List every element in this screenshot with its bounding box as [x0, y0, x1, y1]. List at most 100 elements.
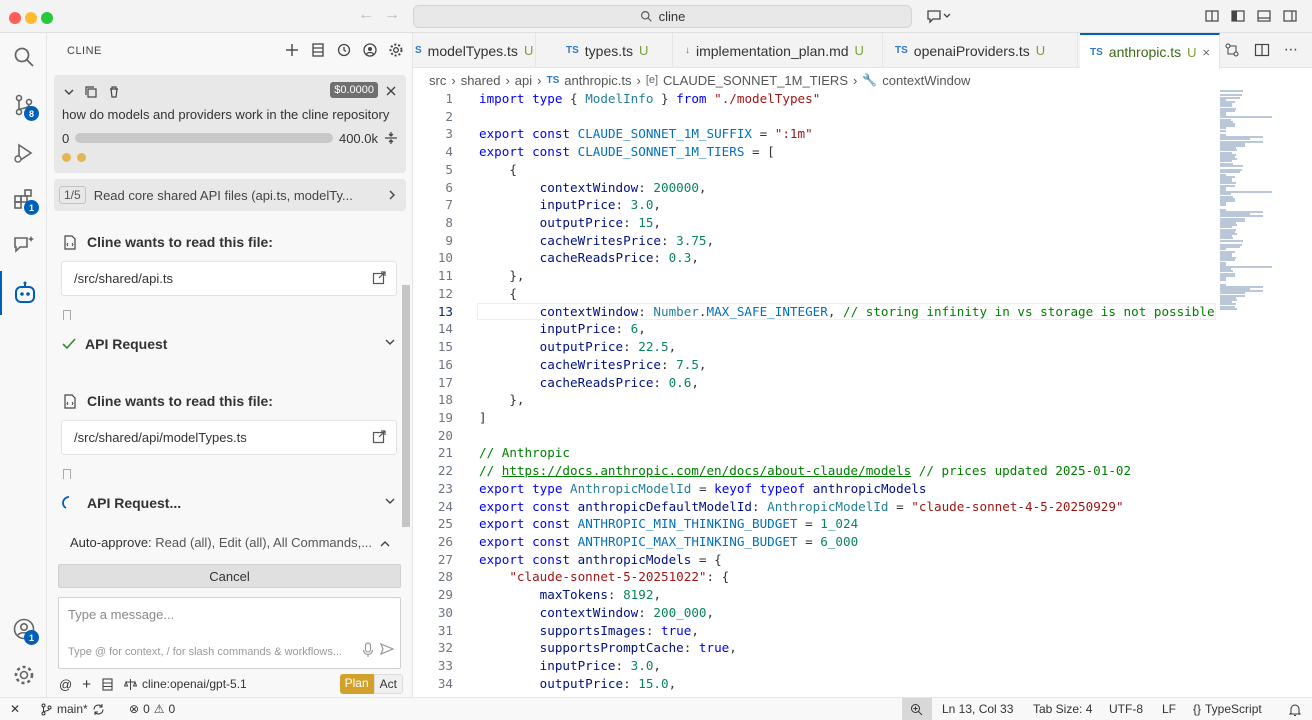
branch-indicator[interactable]: main*: [40, 702, 105, 716]
code-line[interactable]: 26 export const ANTHROPIC_MAX_THINKING_BU…: [413, 533, 1216, 551]
breadcrumb-item[interactable]: shared: [461, 73, 501, 88]
close-icon[interactable]: [385, 85, 397, 97]
focus-chain-step[interactable]: 1/5 Read core shared API files (api.ts, …: [54, 179, 406, 211]
chevron-down-icon[interactable]: [62, 85, 76, 99]
code-line[interactable]: 15 outputPrice: 22.5,: [413, 338, 1216, 356]
compare-changes-icon[interactable]: [1224, 42, 1240, 58]
manage-button[interactable]: [0, 653, 47, 697]
chat-dropdown-icon[interactable]: [926, 8, 952, 24]
condense-icon[interactable]: [384, 131, 398, 145]
code-line[interactable]: 13 contextWindow: Number.MAX_SAFE_INTEGE…: [413, 302, 1216, 321]
breadcrumb-item[interactable]: src: [429, 73, 446, 88]
act-mode-button[interactable]: Act: [373, 674, 403, 694]
message-input[interactable]: Type a message... Type @ for context, / …: [58, 597, 401, 669]
code-line[interactable]: 17 cacheReadsPrice: 0.6,: [413, 374, 1216, 392]
code-line[interactable]: 11 },: [413, 267, 1216, 285]
code-line[interactable]: 1 import type { ModelInfo } from "./model…: [413, 90, 1216, 108]
encoding[interactable]: UTF-8: [1109, 702, 1143, 716]
code-line[interactable]: 31 supportsImages: true,: [413, 622, 1216, 640]
code-line[interactable]: 7 inputPrice: 3.0,: [413, 196, 1216, 214]
split-editor-icon[interactable]: [1254, 42, 1270, 58]
mcp-servers-icon[interactable]: [310, 42, 326, 58]
add-context-icon[interactable]: +: [82, 676, 91, 693]
code-line[interactable]: 23 export type AnthropicModelId = keyof t…: [413, 480, 1216, 498]
toggle-panel-icon[interactable]: [1256, 8, 1272, 24]
code-line[interactable]: 21 // Anthropic: [413, 444, 1216, 462]
back-arrow-icon[interactable]: ←: [358, 6, 374, 24]
delete-icon[interactable]: [107, 85, 121, 99]
code-line[interactable]: 9 cacheWritesPrice: 3.75,: [413, 232, 1216, 250]
microphone-icon[interactable]: [362, 642, 374, 658]
code-line[interactable]: 5 {: [413, 161, 1216, 179]
bookmark-icon[interactable]: [63, 310, 71, 320]
code-line[interactable]: 24 export const anthropicDefaultModelId: …: [413, 498, 1216, 516]
breadcrumb-item[interactable]: api: [515, 73, 532, 88]
plan-mode-button[interactable]: Plan: [339, 674, 374, 694]
code-line[interactable]: 30 contextWindow: 200_000,: [413, 604, 1216, 622]
notifications-bell-icon[interactable]: [1288, 703, 1302, 717]
code-line[interactable]: 14 inputPrice: 6,: [413, 320, 1216, 338]
new-task-icon[interactable]: [284, 42, 300, 58]
remote-chat-button[interactable]: [0, 223, 47, 267]
server-icon[interactable]: [101, 677, 114, 691]
extensions-button[interactable]: 1: [0, 177, 47, 221]
zoom-indicator[interactable]: [902, 698, 932, 720]
tab-anthropic[interactable]: TS anthropic.ts U: [1080, 33, 1220, 69]
explorer-button[interactable]: [0, 35, 47, 79]
tab-implementation-plan[interactable]: ↓ implementation_plan.md U: [675, 33, 883, 68]
cline-button[interactable]: [0, 271, 47, 315]
code-line[interactable]: 4 export const CLAUDE_SONNET_1M_TIERS = [: [413, 143, 1216, 161]
toggle-sidebar-icon[interactable]: [1230, 8, 1246, 24]
code-line[interactable]: 2: [413, 108, 1216, 126]
bookmark-icon[interactable]: [63, 469, 71, 479]
tab-openaiProviders[interactable]: TS openaiProviders.ts U: [885, 33, 1078, 68]
forward-arrow-icon[interactable]: →: [384, 6, 400, 24]
layout-panels-icon[interactable]: [1204, 8, 1220, 24]
code-line[interactable]: 19]: [413, 409, 1216, 427]
problems-indicator[interactable]: ⊗ 0 ⚠ 0: [129, 702, 175, 716]
code-line[interactable]: 20: [413, 427, 1216, 445]
breadcrumb-item[interactable]: contextWindow: [882, 73, 970, 88]
minimap[interactable]: [1216, 90, 1312, 697]
code-line[interactable]: 16 cacheWritesPrice: 7.5,: [413, 356, 1216, 374]
auto-approve-bar[interactable]: Auto-approve: Read (all), Edit (all), Al…: [61, 535, 397, 555]
api-request-row-1[interactable]: API Request: [61, 333, 397, 355]
code-line[interactable]: 18 },: [413, 391, 1216, 409]
cursor-position[interactable]: Ln 13, Col 33: [942, 702, 1013, 716]
code-line[interactable]: 34 outputPrice: 15.0,: [413, 675, 1216, 693]
code-line[interactable]: 12 {: [413, 285, 1216, 303]
mention-icon[interactable]: @: [59, 677, 72, 692]
api-request-row-2[interactable]: API Request...: [61, 492, 397, 514]
send-icon[interactable]: [380, 642, 394, 656]
history-icon[interactable]: [336, 42, 352, 58]
code-line[interactable]: 3 export const CLAUDE_SONNET_1M_SUFFIX = …: [413, 125, 1216, 143]
language-mode[interactable]: {} TypeScript: [1193, 702, 1262, 716]
tab-modelTypes[interactable]: S modelTypes.ts U: [405, 33, 536, 68]
command-center-search[interactable]: cline: [413, 5, 912, 28]
file-path-box-1[interactable]: /src/shared/api.ts: [61, 261, 397, 296]
code-line[interactable]: 28 "claude-sonnet-5-20251022": {: [413, 568, 1216, 586]
file-path-box-2[interactable]: /src/shared/api/modelTypes.ts: [61, 420, 397, 455]
plan-act-toggle[interactable]: Plan Act: [339, 674, 403, 694]
breadcrumb-item[interactable]: anthropic.ts: [564, 73, 631, 88]
code-line[interactable]: 8 outputPrice: 15,: [413, 214, 1216, 232]
code-line[interactable]: 10 cacheReadsPrice: 0.3,: [413, 249, 1216, 267]
close-window-button[interactable]: [9, 12, 21, 24]
code-line[interactable]: 6 contextWindow: 200000,: [413, 179, 1216, 197]
sidebar-scrollbar[interactable]: [402, 285, 410, 527]
tab-types[interactable]: TS types.ts U: [556, 33, 673, 68]
code-line[interactable]: 29 maxTokens: 8192,: [413, 586, 1216, 604]
settings-gear-icon[interactable]: [388, 42, 404, 58]
toggle-secondary-sidebar-icon[interactable]: [1282, 8, 1298, 24]
code-line[interactable]: 22 // https://docs.anthropic.com/en/docs/…: [413, 462, 1216, 480]
code-line[interactable]: 27 export const anthropicModels = {: [413, 551, 1216, 569]
code-editor[interactable]: 1 import type { ModelInfo } from "./model…: [413, 90, 1216, 697]
account-circle-icon[interactable]: [362, 42, 378, 58]
sync-icon[interactable]: [92, 703, 105, 716]
remote-indicator-icon[interactable]: ✕: [10, 702, 20, 716]
accounts-button[interactable]: 1: [0, 607, 47, 651]
maximize-window-button[interactable]: [41, 12, 53, 24]
run-debug-button[interactable]: [0, 131, 47, 175]
copy-icon[interactable]: [84, 85, 98, 99]
code-line[interactable]: 32 supportsPromptCache: true,: [413, 639, 1216, 657]
